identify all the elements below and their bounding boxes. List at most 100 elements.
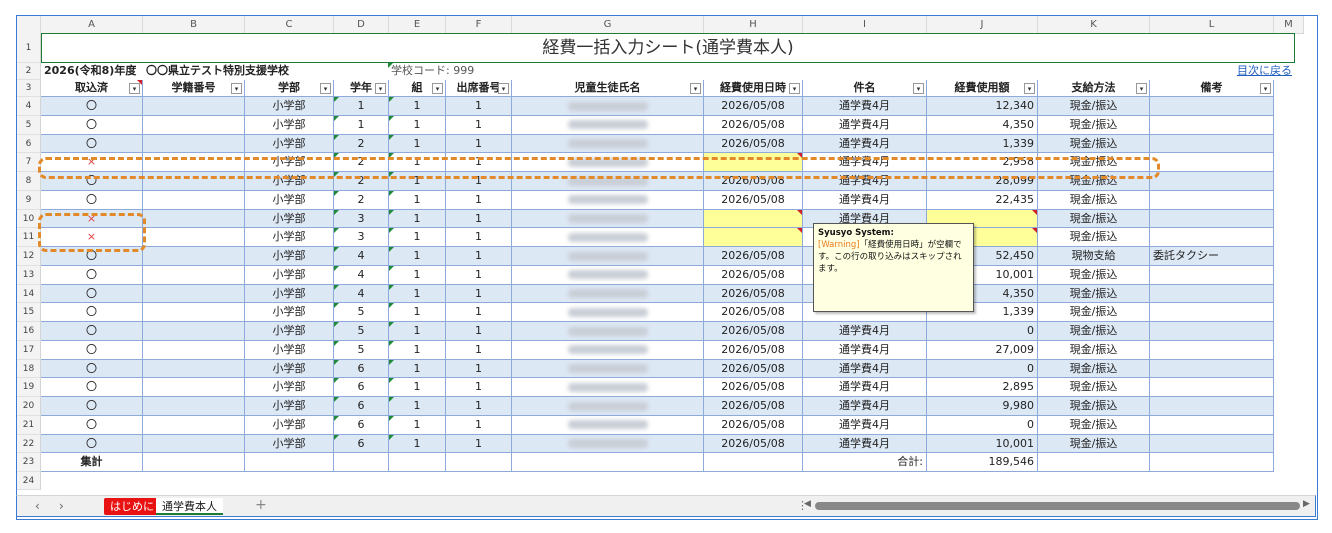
expense-amount[interactable]: 27,009 [927,340,1038,360]
student-id[interactable] [143,340,245,360]
seat-number[interactable]: 1 [446,359,512,379]
column-header[interactable]: D [334,16,389,33]
student-id[interactable] [143,378,245,397]
student-name[interactable] [512,359,704,379]
seat-number[interactable]: 1 [446,415,512,435]
subject[interactable]: 通学費4月 [803,378,927,397]
department[interactable]: 小学部 [245,397,334,416]
expense-amount[interactable]: 9,980 [927,397,1038,416]
payment-method[interactable]: 現金/振込 [1038,340,1150,360]
student-id[interactable] [143,228,245,247]
row-number[interactable]: 16 [17,322,41,341]
department[interactable]: 小学部 [245,190,334,210]
total-label[interactable]: 集計 [41,453,143,473]
expense-amount[interactable]: 2,895 [927,378,1038,397]
student-name[interactable] [512,340,704,360]
department[interactable]: 小学部 [245,359,334,379]
department[interactable]: 小学部 [245,322,334,341]
column-header[interactable]: F [446,16,512,33]
student-name[interactable] [512,378,704,397]
note[interactable] [1150,153,1274,172]
student-name[interactable] [512,434,704,454]
sheet-title[interactable]: 経費一括入力シート(通学費本人) [41,33,1295,63]
payment-method[interactable]: 現金/振込 [1038,322,1150,341]
grade[interactable]: 1 [334,115,389,135]
sum-value[interactable]: 189,546 [927,453,1038,473]
note[interactable] [1150,284,1274,304]
department[interactable]: 小学部 [245,434,334,454]
student-id[interactable] [143,97,245,116]
filter-dropdown-icon[interactable]: ▾ [375,83,386,94]
row-number[interactable]: 13 [17,265,41,285]
student-id[interactable] [143,397,245,416]
student-name[interactable] [512,284,704,304]
grade[interactable]: 3 [334,209,389,229]
grade[interactable]: 2 [334,190,389,210]
scroll-right-icon[interactable]: ▶ [1303,499,1310,509]
student-name[interactable] [512,415,704,435]
class[interactable]: 1 [389,397,446,416]
grade[interactable]: 5 [334,340,389,360]
filter-dropdown-icon[interactable]: ▾ [231,83,242,94]
note[interactable] [1150,378,1274,397]
payment-method[interactable]: 現金/振込 [1038,134,1150,154]
seat-number[interactable]: 1 [446,209,512,229]
student-id[interactable] [143,415,245,435]
seat-number[interactable]: 1 [446,322,512,341]
department[interactable]: 小学部 [245,228,334,247]
blank-cell[interactable] [41,472,1295,490]
subject[interactable]: 通学費4月 [803,359,927,379]
blank-cell[interactable] [1150,453,1274,473]
blank-cell[interactable] [704,453,803,473]
student-name[interactable] [512,247,704,266]
imported-flag[interactable]: 〇 [41,303,143,322]
department[interactable]: 小学部 [245,265,334,285]
payment-method[interactable]: 現金/振込 [1038,415,1150,435]
seat-number[interactable]: 1 [446,434,512,454]
blank-cell[interactable] [509,63,1176,80]
subject[interactable]: 通学費4月 [803,434,927,454]
student-name[interactable] [512,134,704,154]
imported-flag[interactable]: 〇 [41,97,143,116]
note[interactable] [1150,434,1274,454]
imported-flag[interactable]: 〇 [41,322,143,341]
department[interactable]: 小学部 [245,415,334,435]
expense-amount[interactable]: 10,001 [927,434,1038,454]
imported-flag[interactable]: 〇 [41,434,143,454]
blank-cell[interactable] [512,453,704,473]
tab-commute-fee[interactable]: 通学費本人 [156,498,223,515]
grade[interactable]: 5 [334,322,389,341]
fiscal-year[interactable]: 2026(令和8)年度 [41,63,143,80]
seat-number[interactable]: 1 [446,134,512,154]
department[interactable]: 小学部 [245,284,334,304]
row-number[interactable]: 20 [17,397,41,416]
expense-amount[interactable]: 22,435 [927,190,1038,210]
row-number[interactable]: 15 [17,303,41,322]
expense-date[interactable] [704,228,803,247]
row-number[interactable]: 21 [17,415,41,435]
row-number[interactable]: 12 [17,247,41,266]
seat-number[interactable]: 1 [446,228,512,247]
expense-amount[interactable]: 0 [927,359,1038,379]
student-id[interactable] [143,134,245,154]
imported-flag[interactable]: 〇 [41,415,143,435]
expense-amount[interactable]: 1,339 [927,134,1038,154]
row-number[interactable]: 22 [17,434,41,454]
blank-cell[interactable] [446,453,512,473]
note[interactable] [1150,209,1274,229]
note[interactable] [1150,265,1274,285]
filter-dropdown-icon[interactable]: ▾ [1260,83,1271,94]
note[interactable] [1150,322,1274,341]
next-sheet-icon[interactable]: › [59,499,64,513]
class[interactable]: 1 [389,303,446,322]
student-name[interactable] [512,115,704,135]
subject[interactable]: 通学費4月 [803,340,927,360]
column-header-3[interactable]: 学部 ▾ [245,80,334,97]
column-header[interactable]: M [1274,16,1304,33]
grade[interactable]: 3 [334,228,389,247]
note[interactable] [1150,340,1274,360]
expense-date[interactable]: 2026/05/08 [704,434,803,454]
class[interactable]: 1 [389,378,446,397]
subject[interactable]: 通学費4月 [803,134,927,154]
note[interactable] [1150,415,1274,435]
